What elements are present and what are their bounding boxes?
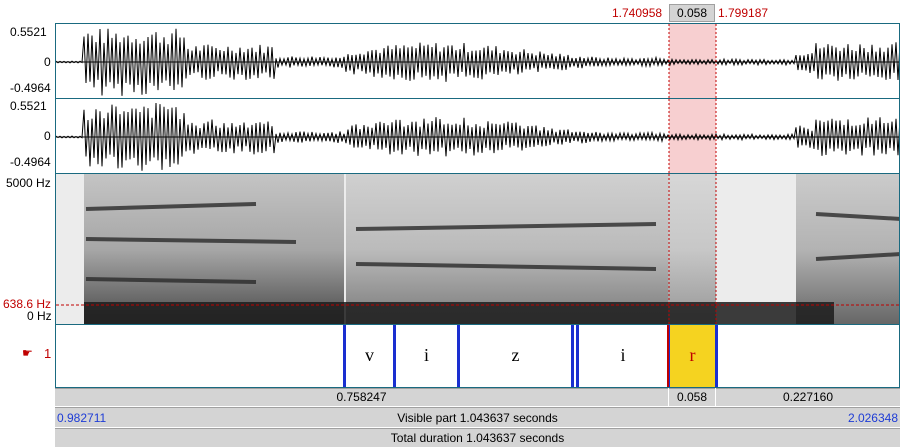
tier-number: 1 — [44, 346, 52, 361]
channel1-min-label: -0.4964 — [10, 81, 51, 95]
visible-part-bar[interactable]: 0.982711 Visible part 1.043637 seconds 2… — [55, 407, 900, 427]
selection-start-cursor — [667, 325, 669, 387]
channel2-zero-label: 0 — [44, 129, 51, 143]
interval-label[interactable]: r — [670, 345, 715, 366]
spectrogram-svg — [56, 174, 899, 324]
interval-label[interactable]: i — [579, 345, 667, 366]
duration-left-label: 0.758247 — [336, 390, 387, 404]
duration-right-label: 0.227160 — [782, 390, 834, 404]
interval-boundary[interactable] — [571, 325, 574, 387]
total-duration-label: Total duration 1.043637 seconds — [390, 431, 565, 445]
channel2-min-label: -0.4964 — [10, 155, 51, 169]
channel1-zero-label: 0 — [44, 55, 51, 69]
waveform-2-svg — [56, 99, 899, 173]
channel1-max-label: 0.5521 — [10, 25, 47, 39]
interval-boundary[interactable] — [715, 325, 718, 387]
duration-middle-bar[interactable]: 0.058 — [669, 388, 715, 406]
channel2-max-label: 0.5521 — [10, 99, 47, 113]
selection-start-time: 1.740958 — [612, 6, 663, 20]
total-duration-bar[interactable]: Total duration 1.043637 seconds — [55, 428, 900, 447]
waveform-1-svg — [56, 24, 899, 98]
waveform-channel-1[interactable] — [55, 23, 900, 99]
spectrogram[interactable] — [55, 173, 900, 325]
interval-label[interactable]: i — [396, 345, 457, 366]
selection-end-time: 1.799187 — [718, 6, 769, 20]
duration-middle-label: 0.058 — [676, 390, 708, 404]
visible-part-label: Visible part 1.043637 seconds — [397, 411, 558, 425]
duration-right-bar[interactable]: 0.227160 — [716, 388, 900, 406]
visible-end-time: 2.026348 — [847, 411, 898, 425]
interval-label[interactable]: z — [460, 345, 571, 366]
waveform-channel-2[interactable] — [55, 98, 900, 174]
tier-pointer-icon[interactable]: ☛ — [22, 346, 33, 360]
interval-label[interactable]: v — [346, 345, 393, 366]
selection-duration-label: 0.058 — [676, 6, 708, 20]
duration-left-bar[interactable]: 0.758247 — [55, 388, 668, 406]
spectrogram-bottom-freq: 0 Hz — [27, 309, 52, 323]
selection-duration-box[interactable]: 0.058 — [669, 4, 715, 22]
spectrogram-top-freq: 5000 Hz — [6, 176, 51, 190]
tier-1[interactable]: v i z i r — [55, 324, 900, 388]
visible-start-time: 0.982711 — [57, 411, 107, 425]
